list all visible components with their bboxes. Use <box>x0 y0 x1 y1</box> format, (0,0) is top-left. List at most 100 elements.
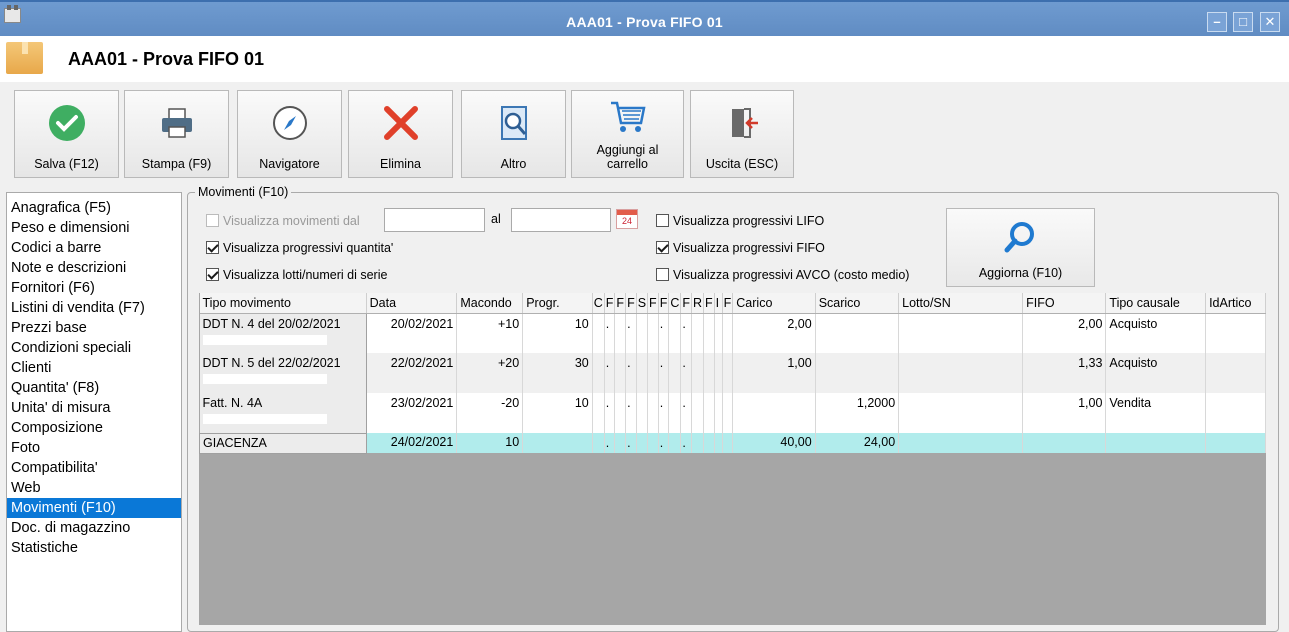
table-row[interactable]: Fatt. N. 4A 23/02/2021 -20 10.... 1,2000 1,00… <box>199 393 1266 433</box>
flag-cell[interactable] <box>703 433 715 453</box>
movement-type-cell[interactable]: DDT N. 5 del 22/02/2021 <box>199 353 367 393</box>
column-header[interactable]: F <box>658 293 670 314</box>
flag-cell[interactable] <box>614 393 627 433</box>
flag-cell[interactable] <box>668 353 682 393</box>
show-fifo-checkbox[interactable]: Visualizza progressivi FIFO <box>656 241 825 255</box>
sidebar-item[interactable]: Web <box>7 478 181 498</box>
progressive-cell[interactable]: 30 <box>522 353 593 393</box>
flag-cell[interactable] <box>714 393 723 433</box>
flag-cell[interactable]: . <box>625 393 637 433</box>
unload-cell[interactable] <box>815 313 900 353</box>
show-lots-checkbox[interactable]: Visualizza lotti/numeri di serie <box>206 268 387 282</box>
show-qty-progressive-checkbox[interactable]: Visualizza progressivi quantita' <box>206 241 393 255</box>
flag-cell[interactable] <box>722 353 734 393</box>
sidebar-item[interactable]: Clienti <box>7 358 181 378</box>
flag-cell[interactable] <box>592 353 605 393</box>
unload-cell[interactable] <box>815 353 900 393</box>
flag-cell[interactable] <box>668 433 682 453</box>
load-cell[interactable]: 2,00 <box>732 313 816 353</box>
flag-cell[interactable] <box>614 433 627 453</box>
sidebar-item[interactable]: Compatibilita' <box>7 458 181 478</box>
maximize-button[interactable]: □ <box>1233 12 1253 32</box>
flag-cell[interactable] <box>592 313 605 353</box>
flag-cell[interactable] <box>668 393 682 433</box>
movement-type-cell[interactable]: GIACENZA <box>199 432 367 454</box>
column-header[interactable]: F <box>680 293 692 314</box>
load-cell[interactable]: 40,00 <box>732 433 816 453</box>
quantity-cell[interactable]: +10 <box>456 313 524 353</box>
flag-cell[interactable] <box>703 313 715 353</box>
flag-cell[interactable]: . <box>604 433 616 453</box>
delete-button[interactable]: Elimina <box>348 90 453 178</box>
column-header[interactable]: Progr. <box>522 293 593 314</box>
lot-cell[interactable] <box>898 393 1024 433</box>
sidebar-item[interactable]: Doc. di magazzino <box>7 518 181 538</box>
article-id-cell[interactable] <box>1205 313 1266 353</box>
column-header[interactable]: Tipo movimento <box>199 293 367 314</box>
unload-cell[interactable]: 1,2000 <box>815 393 900 433</box>
show-movements-from-checkbox[interactable]: Visualizza movimenti dal <box>206 214 360 228</box>
lot-cell[interactable] <box>898 433 1024 453</box>
total-row[interactable]: GIACENZA 24/02/2021 10.... 40,00 24,00 <box>199 432 1266 454</box>
date-from-input[interactable] <box>384 208 485 232</box>
calendar-icon[interactable]: 24 <box>616 209 638 229</box>
add-to-cart-button[interactable]: Aggiungi al carrello <box>571 90 684 178</box>
date-cell[interactable]: 22/02/2021 <box>366 353 458 393</box>
exit-button[interactable]: Uscita (ESC) <box>690 90 794 178</box>
flag-cell[interactable]: . <box>680 433 692 453</box>
reason-type-cell[interactable] <box>1105 433 1207 453</box>
sidebar-item[interactable]: Foto <box>7 438 181 458</box>
date-to-input[interactable] <box>511 208 611 232</box>
sidebar-item[interactable]: Peso e dimensioni <box>7 218 181 238</box>
close-window-button[interactable]: ✕ <box>1260 12 1280 32</box>
other-button[interactable]: Altro <box>461 90 566 178</box>
movement-type-cell[interactable]: Fatt. N. 4A <box>199 393 367 433</box>
sidebar-item[interactable]: Condizioni speciali <box>7 338 181 358</box>
sidebar-item[interactable]: Movimenti (F10) <box>7 498 181 518</box>
column-header[interactable]: Scarico <box>815 293 900 314</box>
flag-cell[interactable] <box>703 353 715 393</box>
flag-cell[interactable] <box>722 433 734 453</box>
date-cell[interactable]: 23/02/2021 <box>366 393 458 433</box>
fifo-cell[interactable]: 2,00 <box>1022 313 1107 353</box>
flag-cell[interactable] <box>714 313 723 353</box>
date-cell[interactable]: 24/02/2021 <box>366 433 458 453</box>
lot-cell[interactable] <box>898 353 1024 393</box>
movements-grid[interactable]: Tipo movimento Data Macondo Progr. C F F F S F F C F… <box>199 293 1266 625</box>
column-header[interactable]: C <box>592 293 605 314</box>
column-header[interactable]: F <box>614 293 627 314</box>
show-avco-checkbox[interactable]: Visualizza progressivi AVCO (costo medio… <box>656 268 909 282</box>
column-header[interactable]: Macondo <box>456 293 524 314</box>
column-header[interactable]: C <box>668 293 682 314</box>
flag-cell[interactable]: . <box>658 353 670 393</box>
date-cell[interactable]: 20/02/2021 <box>366 313 458 353</box>
flag-cell[interactable] <box>722 313 734 353</box>
fifo-cell[interactable]: 1,00 <box>1022 393 1107 433</box>
save-button[interactable]: Salva (F12) <box>14 90 119 178</box>
column-header[interactable]: FIFO <box>1022 293 1107 314</box>
column-header[interactable]: S <box>636 293 649 314</box>
article-id-cell[interactable] <box>1205 353 1266 393</box>
column-header[interactable]: F <box>604 293 616 314</box>
fifo-cell[interactable] <box>1022 433 1107 453</box>
reason-type-cell[interactable]: Vendita <box>1105 393 1207 433</box>
column-header[interactable]: F <box>703 293 715 314</box>
column-header[interactable]: Tipo causale <box>1105 293 1207 314</box>
flag-cell[interactable] <box>636 313 649 353</box>
flag-cell[interactable]: . <box>604 393 616 433</box>
column-header[interactable]: F <box>722 293 734 314</box>
table-row[interactable]: DDT N. 5 del 22/02/2021 22/02/2021 +20 30..… <box>199 353 1266 393</box>
quantity-cell[interactable]: +20 <box>456 353 524 393</box>
table-row[interactable]: DDT N. 4 del 20/02/2021 20/02/2021 +10 10..… <box>199 313 1266 353</box>
flag-cell[interactable] <box>636 353 649 393</box>
navigator-button[interactable]: Navigatore <box>237 90 342 178</box>
load-cell[interactable]: 1,00 <box>732 353 816 393</box>
flag-cell[interactable]: . <box>604 313 616 353</box>
sidebar-item[interactable]: Note e descrizioni <box>7 258 181 278</box>
sidebar-item[interactable]: Quantita' (F8) <box>7 378 181 398</box>
column-header[interactable]: Data <box>366 293 458 314</box>
column-header[interactable]: R <box>691 293 705 314</box>
column-header[interactable]: Lotto/SN <box>898 293 1024 314</box>
progressive-cell[interactable]: 10 <box>522 313 593 353</box>
article-id-cell[interactable] <box>1205 393 1266 433</box>
